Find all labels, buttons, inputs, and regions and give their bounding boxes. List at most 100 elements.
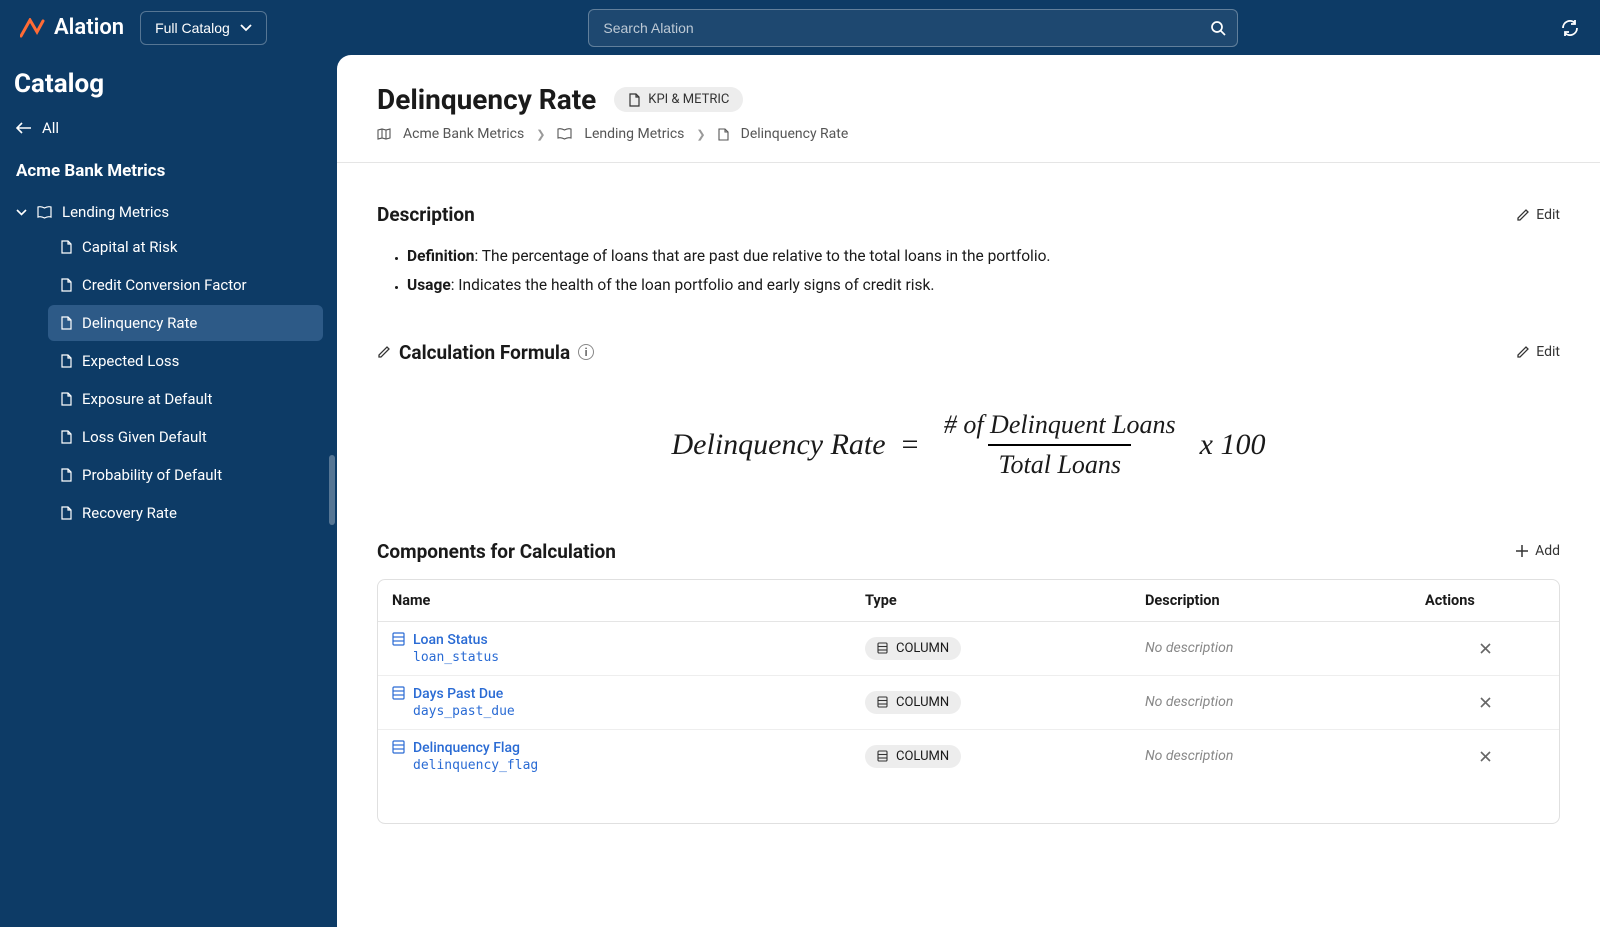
component-link[interactable]: Delinquency Flag bbox=[413, 740, 538, 756]
component-description: No description bbox=[1145, 748, 1425, 764]
search-input[interactable] bbox=[588, 9, 1238, 47]
table-row: Days Past Duedays_past_dueCOLUMNNo descr… bbox=[378, 676, 1559, 730]
type-pill: COLUMN bbox=[865, 637, 961, 660]
breadcrumb-item[interactable]: Lending Metrics bbox=[584, 126, 684, 142]
chevron-right-icon: ❯ bbox=[536, 128, 545, 141]
search-icon[interactable] bbox=[1210, 20, 1226, 36]
table-row: Loan Status loan_status COLUMN No descripti… bbox=[378, 622, 1559, 676]
formula-numerator: # of Delinquent Loans bbox=[934, 410, 1186, 444]
add-label: Add bbox=[1535, 543, 1560, 559]
breadcrumb: Acme Bank Metrics ❯ Lending Metrics ❯ De… bbox=[377, 126, 1560, 142]
th-type: Type bbox=[865, 592, 1145, 609]
edit-formula-button[interactable]: Edit bbox=[1516, 344, 1560, 360]
type-pill: COLUMN bbox=[865, 691, 961, 714]
column-icon bbox=[877, 642, 888, 654]
info-icon[interactable]: i bbox=[578, 344, 594, 360]
component-tech-name: loan_status bbox=[413, 650, 499, 665]
sidebar-parent-lending[interactable]: Lending Metrics bbox=[12, 195, 323, 229]
component-tech-name: delinquency_flag bbox=[413, 758, 538, 773]
pencil-icon bbox=[377, 345, 391, 359]
sidebar-item[interactable]: Probability of Default bbox=[48, 457, 323, 493]
refresh-icon[interactable] bbox=[1560, 18, 1580, 38]
remove-row-button[interactable] bbox=[1425, 750, 1545, 763]
sidebar: Catalog All Acme Bank Metrics Lending Me… bbox=[0, 55, 335, 927]
component-description: No description bbox=[1145, 694, 1425, 710]
calculation-formula: Delinquency Rate = # of Delinquent Loans… bbox=[377, 380, 1560, 500]
document-icon bbox=[718, 128, 729, 141]
column-icon bbox=[877, 750, 888, 762]
brand-logo[interactable]: Alation bbox=[20, 15, 124, 40]
document-icon bbox=[60, 278, 72, 292]
remove-row-button[interactable] bbox=[1425, 696, 1545, 709]
plus-icon bbox=[1515, 544, 1529, 558]
formula-fraction: # of Delinquent Loans Total Loans bbox=[934, 410, 1186, 480]
logo-mark-icon bbox=[20, 18, 46, 38]
add-component-button[interactable]: Add bbox=[1515, 543, 1560, 559]
component-link[interactable]: Loan Status bbox=[413, 632, 499, 648]
description-bullet: Definition: The percentage of loans that… bbox=[407, 242, 1560, 271]
main-content: Delinquency Rate KPI & METRIC Acme Bank … bbox=[337, 55, 1600, 927]
sidebar-item-label: Delinquency Rate bbox=[82, 314, 197, 332]
column-icon bbox=[392, 686, 405, 700]
sidebar-item-label: Exposure at Default bbox=[82, 390, 212, 408]
document-icon bbox=[60, 392, 72, 406]
document-icon bbox=[60, 240, 72, 254]
formula-equals: = bbox=[900, 428, 920, 462]
sidebar-item[interactable]: Loss Given Default bbox=[48, 419, 323, 455]
sidebar-item-label: Loss Given Default bbox=[82, 428, 207, 446]
book-icon bbox=[557, 128, 572, 140]
kpi-tag: KPI & METRIC bbox=[614, 87, 743, 112]
sidebar-item[interactable]: Recovery Rate bbox=[48, 495, 323, 531]
pencil-icon bbox=[1516, 208, 1530, 222]
type-label: COLUMN bbox=[896, 695, 949, 710]
chevron-down-icon bbox=[16, 209, 27, 216]
type-label: COLUMN bbox=[896, 749, 949, 764]
full-catalog-button[interactable]: Full Catalog bbox=[140, 11, 267, 45]
table-row: Delinquency Flag delinquency_flag COLUMN No… bbox=[378, 730, 1559, 783]
description-bullet: Usage: Indicates the health of the loan … bbox=[407, 271, 1560, 300]
document-icon bbox=[60, 316, 72, 330]
document-icon bbox=[628, 93, 640, 107]
component-description: No description bbox=[1145, 640, 1425, 656]
sidebar-item[interactable]: Expected Loss bbox=[48, 343, 323, 379]
sidebar-item-label: Expected Loss bbox=[82, 352, 179, 370]
components-table: Name Type Description Actions Loan Statu… bbox=[377, 579, 1560, 824]
book-icon bbox=[37, 206, 52, 219]
sidebar-item[interactable]: Exposure at Default bbox=[48, 381, 323, 417]
sidebar-item-label: Probability of Default bbox=[82, 466, 222, 484]
arrow-left-icon bbox=[16, 122, 32, 134]
type-pill: COLUMN bbox=[865, 745, 961, 768]
sidebar-title: Catalog bbox=[12, 69, 323, 99]
th-name: Name bbox=[392, 592, 865, 609]
column-icon bbox=[392, 740, 405, 754]
document-icon bbox=[60, 506, 72, 520]
sidebar-item-label: Capital at Risk bbox=[82, 238, 177, 256]
sidebar-item[interactable]: Delinquency Rate bbox=[48, 305, 323, 341]
formula-denominator: Total Loans bbox=[988, 444, 1131, 480]
table-header: Name Type Description Actions bbox=[378, 580, 1559, 622]
pencil-icon bbox=[1516, 345, 1530, 359]
sidebar-back-all[interactable]: All bbox=[12, 113, 323, 143]
component-link[interactable]: Days Past Due bbox=[413, 686, 515, 702]
description-list: Definition: The percentage of loans that… bbox=[377, 242, 1560, 301]
sidebar-item[interactable]: Credit Conversion Factor bbox=[48, 267, 323, 303]
page-title: Delinquency Rate bbox=[377, 83, 596, 116]
edit-description-button[interactable]: Edit bbox=[1516, 207, 1560, 223]
th-actions: Actions bbox=[1425, 592, 1545, 609]
kpi-tag-label: KPI & METRIC bbox=[648, 92, 729, 107]
sidebar-item-label: Recovery Rate bbox=[82, 504, 177, 522]
components-heading: Components for Calculation bbox=[377, 540, 616, 563]
sidebar-item[interactable]: Capital at Risk bbox=[48, 229, 323, 265]
breadcrumb-item[interactable]: Acme Bank Metrics bbox=[403, 126, 524, 142]
formula-tail: x 100 bbox=[1200, 428, 1266, 462]
th-desc: Description bbox=[1145, 592, 1425, 609]
sidebar-back-label: All bbox=[42, 119, 59, 137]
sidebar-section-title: Acme Bank Metrics bbox=[12, 161, 323, 181]
column-icon bbox=[877, 696, 888, 708]
scrollbar-thumb[interactable] bbox=[329, 455, 335, 525]
remove-row-button[interactable] bbox=[1425, 642, 1545, 655]
chevron-down-icon bbox=[240, 24, 252, 32]
column-icon bbox=[392, 632, 405, 646]
formula-heading: Calculation Formula bbox=[399, 341, 570, 364]
description-heading: Description bbox=[377, 203, 475, 226]
